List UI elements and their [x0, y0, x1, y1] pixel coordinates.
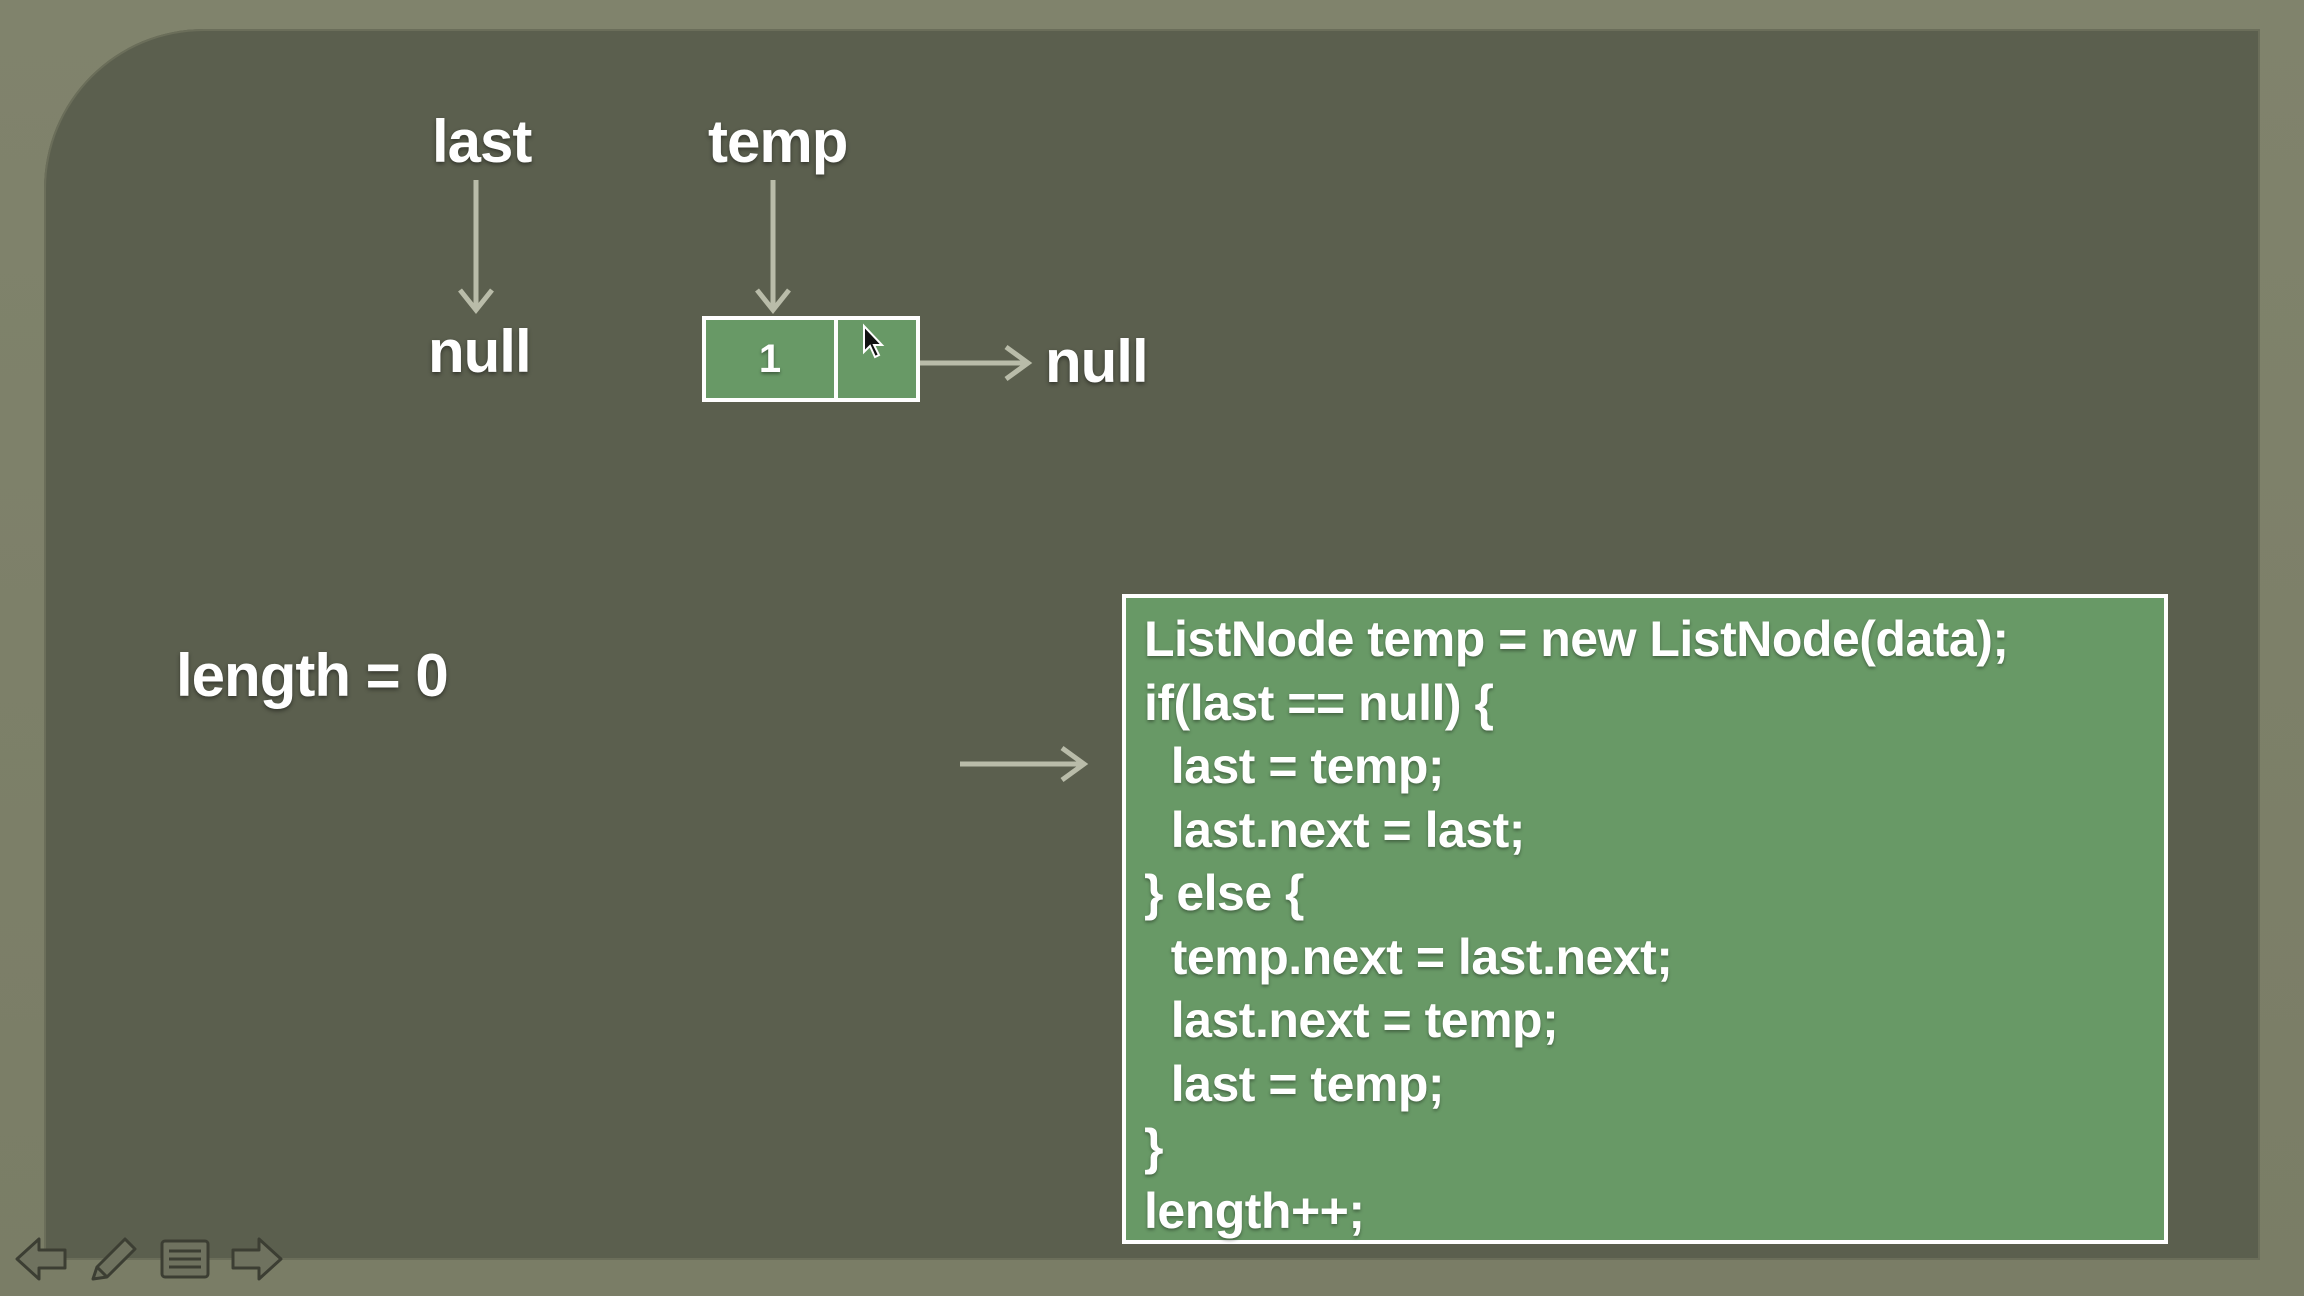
length-label: length = 0 [176, 642, 449, 709]
menu-icon [160, 1239, 210, 1279]
last-null-label: null [428, 318, 532, 385]
code-line: } [1144, 1119, 1163, 1175]
next-slide-button[interactable] [226, 1232, 288, 1286]
pen-icon [91, 1237, 137, 1281]
code-line: } else { [1144, 865, 1305, 921]
temp-label: temp [708, 108, 848, 175]
code-line: if(last == null) { [1144, 674, 1494, 731]
execution-arrow [960, 745, 1089, 783]
code-line: last = temp; [1144, 1055, 1445, 1112]
code-line: last.next = temp; [1144, 992, 1559, 1048]
code-line: ListNode temp = new ListNode(data); [1144, 611, 2009, 667]
pen-tool-button[interactable] [82, 1232, 144, 1286]
code-line: temp.next = last.next; [1144, 928, 1673, 985]
slide-menu-button[interactable] [154, 1232, 216, 1286]
presentation-stage: last temp null 1 null length = 0 ListNod… [0, 0, 2304, 1296]
node-next-field [838, 320, 916, 398]
temp-pointer-arrow [755, 180, 791, 315]
code-box: ListNode temp = new ListNode(data); if(l… [1122, 594, 2168, 1244]
arrow-left-icon [15, 1237, 67, 1281]
code-line: last = temp; [1144, 738, 1445, 794]
arrow-right-icon [231, 1237, 283, 1281]
slideshow-controls [10, 1232, 288, 1286]
node-data: 1 [706, 320, 838, 398]
list-node: 1 [702, 316, 920, 402]
code-line: last.next = last; [1144, 801, 1526, 858]
code-line: length++; [1144, 1182, 1365, 1239]
next-null-label: null [1045, 328, 1149, 395]
last-label: last [432, 108, 532, 175]
last-pointer-arrow [458, 180, 494, 315]
previous-slide-button[interactable] [10, 1232, 72, 1286]
